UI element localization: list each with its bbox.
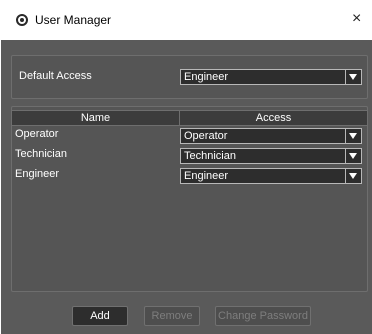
close-icon[interactable]: × — [352, 10, 361, 28]
add-button[interactable]: Add — [72, 306, 128, 326]
default-access-dropdown[interactable]: Engineer — [180, 69, 362, 85]
table-row[interactable]: Engineer Engineer — [12, 167, 367, 187]
access-value: Operator — [184, 130, 228, 142]
access-dropdown[interactable]: Technician — [180, 148, 362, 164]
table-row[interactable]: Operator Operator — [12, 127, 367, 147]
user-name: Engineer — [15, 168, 60, 180]
title-bar: User Manager × — [0, 0, 372, 40]
dialog-client-area: Default Access Engineer Name Access Oper… — [1, 40, 372, 334]
access-dropdown[interactable]: Engineer — [180, 168, 362, 184]
user-name: Operator — [15, 128, 59, 140]
dropdown-arrow-icon[interactable] — [345, 169, 361, 183]
dropdown-arrow-icon[interactable] — [345, 149, 361, 163]
app-icon — [16, 14, 28, 26]
user-name: Technician — [15, 148, 67, 160]
default-access-value: Engineer — [184, 71, 229, 83]
column-header-access[interactable]: Access — [180, 111, 367, 125]
table-header: Name Access — [12, 110, 367, 126]
default-access-label: Default Access — [19, 70, 92, 82]
column-header-name[interactable]: Name — [12, 111, 180, 125]
user-list-panel: Name Access Operator Operator Technician… — [11, 106, 368, 292]
default-access-panel: Default Access Engineer — [11, 55, 368, 99]
window-title: User Manager — [35, 13, 112, 27]
dropdown-arrow-icon[interactable] — [345, 70, 361, 84]
remove-button[interactable]: Remove — [144, 306, 200, 326]
access-dropdown[interactable]: Operator — [180, 128, 362, 144]
access-value: Technician — [184, 150, 236, 162]
table-row[interactable]: Technician Technician — [12, 147, 367, 167]
change-password-button[interactable]: Change Password — [215, 306, 311, 326]
dropdown-arrow-icon[interactable] — [345, 129, 361, 143]
access-value: Engineer — [184, 170, 229, 182]
